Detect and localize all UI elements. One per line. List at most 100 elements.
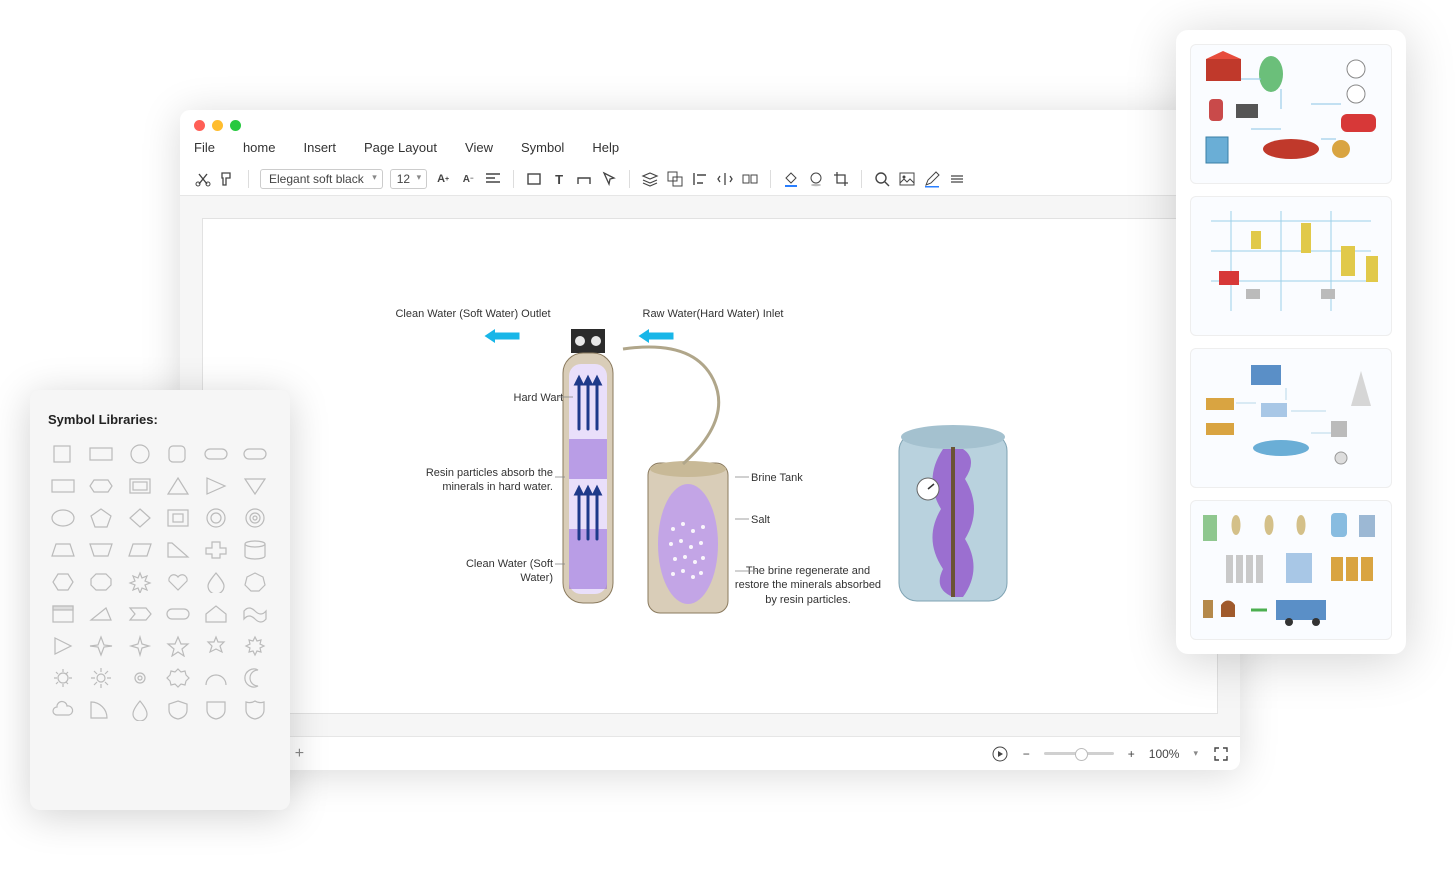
- zoom-value[interactable]: 100%: [1149, 747, 1180, 761]
- sym-rect[interactable]: [86, 441, 116, 467]
- sym-moon[interactable]: [240, 665, 270, 691]
- sym-house[interactable]: [201, 601, 231, 627]
- sym-badge[interactable]: [163, 665, 193, 691]
- sym-hex-h[interactable]: [86, 473, 116, 499]
- sym-para[interactable]: [125, 537, 155, 563]
- shadow-icon[interactable]: [807, 170, 825, 188]
- sym-frame[interactable]: [125, 473, 155, 499]
- sym-circle[interactable]: [125, 441, 155, 467]
- sym-wave[interactable]: [240, 601, 270, 627]
- sym-gear[interactable]: [86, 665, 116, 691]
- layers-icon[interactable]: [641, 170, 659, 188]
- sym-quarter[interactable]: [86, 697, 116, 723]
- sym-pentagon[interactable]: [86, 505, 116, 531]
- menu-view[interactable]: View: [465, 140, 493, 155]
- sym-tri-right[interactable]: [201, 473, 231, 499]
- sym-cross[interactable]: [201, 537, 231, 563]
- sym-oct[interactable]: [86, 569, 116, 595]
- connector-icon[interactable]: [575, 170, 593, 188]
- menu-file[interactable]: File: [194, 140, 215, 155]
- zoom-out-button[interactable]: −: [1023, 747, 1030, 761]
- canvas-area[interactable]: Clean Water (Soft Water) Outlet Raw Wate…: [180, 196, 1240, 736]
- sym-arc[interactable]: [201, 665, 231, 691]
- more-icon[interactable]: [948, 170, 966, 188]
- sym-pill2[interactable]: [163, 601, 193, 627]
- font-grow-icon[interactable]: A+: [434, 170, 452, 188]
- shape-rect-icon[interactable]: [525, 170, 543, 188]
- sym-trap2[interactable]: [86, 537, 116, 563]
- sym-burst[interactable]: [125, 569, 155, 595]
- menu-home[interactable]: home: [243, 140, 276, 155]
- sym-diamond[interactable]: [125, 505, 155, 531]
- add-page-button[interactable]: +: [295, 745, 304, 763]
- minimize-window-dot[interactable]: [212, 120, 223, 131]
- pen-icon[interactable]: [923, 170, 941, 188]
- sym-hex[interactable]: [48, 569, 78, 595]
- sym-star5[interactable]: [163, 633, 193, 659]
- sym-tri-down[interactable]: [240, 473, 270, 499]
- sym-cylinder[interactable]: [240, 537, 270, 563]
- menu-symbol[interactable]: Symbol: [521, 140, 564, 155]
- sym-rect2[interactable]: [48, 473, 78, 499]
- sym-ellipse[interactable]: [48, 505, 78, 531]
- sym-gear2[interactable]: [125, 665, 155, 691]
- sym-rounded-rect[interactable]: [201, 441, 231, 467]
- storage-tank-shape[interactable]: [893, 419, 1013, 609]
- sym-donut-sq[interactable]: [163, 505, 193, 531]
- sym-shield2[interactable]: [201, 697, 231, 723]
- sym-shield[interactable]: [163, 697, 193, 723]
- align-icon[interactable]: [691, 170, 709, 188]
- sym-drop[interactable]: [125, 697, 155, 723]
- template-thumbnail-4[interactable]: [1190, 500, 1392, 640]
- menu-help[interactable]: Help: [592, 140, 619, 155]
- sym-wedge[interactable]: [86, 601, 116, 627]
- sym-square[interactable]: [48, 441, 78, 467]
- search-icon[interactable]: [873, 170, 891, 188]
- sym-shield3[interactable]: [240, 697, 270, 723]
- format-painter-icon[interactable]: [219, 170, 237, 188]
- sym-drop2[interactable]: [201, 569, 231, 595]
- sym-star4[interactable]: [86, 633, 116, 659]
- sym-sparkle[interactable]: [125, 633, 155, 659]
- sym-rounded-square[interactable]: [163, 441, 193, 467]
- template-thumbnail-1[interactable]: [1190, 44, 1392, 184]
- sym-sun[interactable]: [48, 665, 78, 691]
- pointer-icon[interactable]: [600, 170, 618, 188]
- fullscreen-icon[interactable]: [1212, 745, 1230, 763]
- close-window-dot[interactable]: [194, 120, 205, 131]
- sym-hept[interactable]: [240, 569, 270, 595]
- image-icon[interactable]: [898, 170, 916, 188]
- fill-color-icon[interactable]: [782, 170, 800, 188]
- group-icon[interactable]: [666, 170, 684, 188]
- sym-star6[interactable]: [201, 633, 231, 659]
- menu-insert[interactable]: Insert: [303, 140, 336, 155]
- sym-trap[interactable]: [48, 537, 78, 563]
- sym-target[interactable]: [240, 505, 270, 531]
- sym-doc[interactable]: [48, 601, 78, 627]
- sym-tri-play[interactable]: [48, 633, 78, 659]
- text-tool-icon[interactable]: T: [550, 170, 568, 188]
- font-size-select[interactable]: 12: [390, 169, 427, 189]
- font-shrink-icon[interactable]: A−: [459, 170, 477, 188]
- template-thumbnail-2[interactable]: [1190, 196, 1392, 336]
- brine-tank-shape[interactable]: [643, 459, 733, 619]
- flip-icon[interactable]: [716, 170, 734, 188]
- sym-cloud[interactable]: [48, 697, 78, 723]
- sym-star-multi[interactable]: [240, 633, 270, 659]
- cut-icon[interactable]: [194, 170, 212, 188]
- present-icon[interactable]: [991, 745, 1009, 763]
- sym-capsule[interactable]: [240, 441, 270, 467]
- menu-page-layout[interactable]: Page Layout: [364, 140, 437, 155]
- template-thumbnail-3[interactable]: [1190, 348, 1392, 488]
- zoom-in-button[interactable]: +: [1128, 747, 1135, 761]
- sym-tri-right2[interactable]: [163, 537, 193, 563]
- sym-tri-up[interactable]: [163, 473, 193, 499]
- crop-icon[interactable]: [832, 170, 850, 188]
- sym-chev[interactable]: [125, 601, 155, 627]
- align-left-icon[interactable]: [484, 170, 502, 188]
- maximize-window-dot[interactable]: [230, 120, 241, 131]
- sym-heart[interactable]: [163, 569, 193, 595]
- drawing-canvas[interactable]: Clean Water (Soft Water) Outlet Raw Wate…: [202, 218, 1218, 714]
- sym-donut[interactable]: [201, 505, 231, 531]
- same-size-icon[interactable]: [741, 170, 759, 188]
